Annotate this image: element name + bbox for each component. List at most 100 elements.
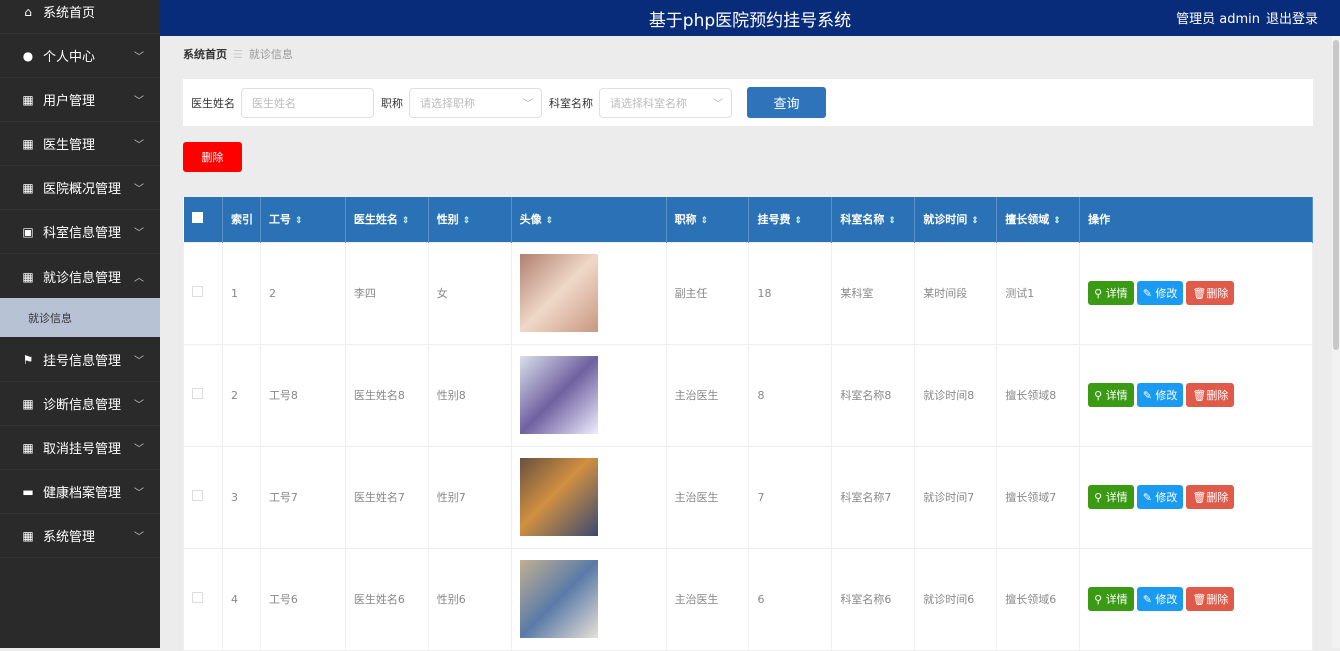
query-button[interactable]: 查询 [747, 87, 826, 118]
sort-icon: ⇕ [294, 216, 303, 227]
sort-icon: ⇕ [401, 216, 410, 227]
table-cell: 科室名称6 [831, 547, 916, 651]
edit-button[interactable]: ✎ 修改 [1136, 587, 1184, 611]
trash-icon: 🗑 [1192, 490, 1207, 504]
sidebar-item-8[interactable]: ▦ 诊断信息管理 ﹀ [0, 382, 160, 426]
grid-icon: ▦ [22, 180, 34, 195]
table-cell: 1 [221, 241, 261, 345]
sidebar-item-11[interactable]: ▦ 系统管理 ﹀ [0, 514, 160, 558]
batch-delete-button[interactable]: 删除 [183, 142, 242, 172]
table-cell: 就诊时间7 [914, 445, 998, 549]
detail-button[interactable]: ⚲ 详情 [1088, 281, 1134, 305]
table-cell: 6 [748, 547, 833, 651]
table-cell: 李四 [344, 241, 429, 345]
detail-button[interactable]: ⚲ 详情 [1088, 383, 1134, 407]
sidebar-item-3[interactable]: ▦ 医生管理 ﹀ [0, 122, 160, 166]
sidebar-item-2[interactable]: ▦ 用户管理 ﹀ [0, 78, 160, 122]
sidebar-subitem-visits[interactable]: 就诊信息 [0, 298, 160, 337]
sidebar-item-1[interactable]: ● 个人中心 ﹀ [0, 34, 160, 78]
detail-button[interactable]: ⚲ 详情 [1088, 485, 1134, 509]
column-header[interactable]: 头像 ⇕ [511, 197, 667, 242]
edit-button[interactable]: ✎ 修改 [1136, 281, 1184, 305]
table-cell: 科室名称7 [831, 445, 916, 549]
delete-button[interactable]: 🗑 删除 [1186, 281, 1235, 305]
breadcrumb-separator: ☰ [233, 48, 243, 61]
column-header[interactable]: 职称 ⇕ [666, 197, 750, 242]
sidebar-item-4[interactable]: ▦ 医院概况管理 ﹀ [0, 166, 160, 210]
column-header: 操作 [1079, 197, 1313, 242]
detail-button[interactable]: ⚲ 详情 [1088, 587, 1134, 611]
sort-icon: ⇕ [545, 216, 554, 227]
column-header[interactable]: 挂号费 ⇕ [748, 197, 833, 242]
table-cell: 就诊时间8 [914, 343, 998, 447]
column-header[interactable]: 医生姓名 ⇕ [345, 197, 429, 242]
search-icon: ⚲ [1094, 388, 1106, 402]
trash-icon: 🗑 [1192, 286, 1207, 300]
chevron-down-icon: ﹀ [134, 184, 144, 195]
search-bar: 医生姓名 医生姓名 职称 请选择职称 ﹀ 科室名称 请选择科室名称 ﹀ 查询 [183, 79, 1313, 126]
sidebar-item-7[interactable]: ⚑ 挂号信息管理 ﹀ [0, 338, 160, 382]
briefcase-icon: ▬ [22, 484, 34, 499]
breadcrumb-home[interactable]: 系统首页 [183, 48, 227, 61]
search-icon: ⚲ [1094, 592, 1106, 606]
table-cell: 测试1 [996, 241, 1081, 345]
row-checkbox[interactable] [192, 592, 203, 603]
dept-select[interactable]: 请选择科室名称 ﹀ [599, 87, 732, 118]
sort-icon: ⇕ [1053, 216, 1061, 227]
scrollbar[interactable] [1332, 36, 1340, 648]
select-all-checkbox[interactable] [191, 212, 203, 224]
table-cell: 7 [748, 445, 833, 549]
title-label: 职称 [381, 96, 403, 110]
sidebar-item-label: 就诊信息管理 [43, 271, 122, 286]
table-cell: 工号8 [259, 343, 346, 447]
sidebar-item-label: 诊断信息管理 [43, 398, 122, 413]
table-cell: 医生姓名7 [344, 445, 429, 549]
doctor-name-input[interactable]: 医生姓名 [241, 87, 374, 118]
pencil-icon: ✎ [1142, 490, 1156, 504]
column-header[interactable]: 科室名称 ⇕ [831, 197, 916, 242]
column-header[interactable]: 工号 ⇕ [260, 197, 346, 242]
edit-button[interactable]: ✎ 修改 [1136, 383, 1184, 407]
row-checkbox[interactable] [192, 286, 203, 297]
edit-button[interactable]: ✎ 修改 [1136, 485, 1184, 509]
trash-icon: 🗑 [1192, 388, 1207, 402]
user-icon: ● [22, 48, 34, 63]
chevron-down-icon: ﹀ [134, 532, 144, 543]
sidebar-item-label: 系统管理 [43, 530, 96, 545]
table-cell: 医生姓名6 [344, 547, 429, 651]
sidebar-item-label: 挂号信息管理 [43, 354, 122, 369]
pencil-icon: ✎ [1142, 592, 1156, 606]
title-select[interactable]: 请选择职称 ﹀ [409, 87, 542, 118]
grid-icon: ▦ [22, 528, 34, 543]
table-cell: 3 [221, 445, 261, 549]
table-cell: 8 [748, 343, 833, 447]
sidebar-item-9[interactable]: ▦ 取消挂号管理 ﹀ [0, 426, 160, 470]
select-all-cell [183, 197, 223, 242]
chevron-down-icon: ﹀ [713, 99, 723, 110]
column-header[interactable]: 就诊时间 ⇕ [914, 197, 998, 242]
table-cell: 2 [221, 343, 261, 447]
table-cell: 就诊时间6 [914, 547, 998, 651]
flag-icon: ⚑ [22, 352, 34, 367]
row-checkbox[interactable] [192, 388, 203, 399]
row-checkbox[interactable] [192, 490, 203, 501]
delete-button[interactable]: 🗑 删除 [1186, 485, 1235, 509]
column-header[interactable]: 性别 ⇕ [428, 197, 512, 242]
delete-button[interactable]: 🗑 删除 [1186, 587, 1235, 611]
sidebar-item-0[interactable]: ⌂ 系统首页 [0, 0, 160, 34]
avatar-image [519, 560, 598, 638]
breadcrumb: 系统首页 ☰ 就诊信息 [183, 46, 293, 62]
table-cell: 工号7 [259, 445, 346, 549]
column-header[interactable]: 擅长领域 ⇕ [996, 197, 1081, 242]
sidebar-item-5[interactable]: ▣ 科室信息管理 ﹀ [0, 210, 160, 254]
sidebar-item-6[interactable]: ▦ 就诊信息管理 ︿ [0, 255, 160, 299]
table-cell: 擅长领域7 [996, 445, 1081, 549]
table-cell: 副主任 [665, 241, 750, 345]
sidebar-item-label: 科室信息管理 [43, 226, 122, 241]
table-cell: 女 [427, 241, 512, 345]
delete-button[interactable]: 🗑 删除 [1186, 383, 1235, 407]
table-cell: 擅长领域8 [996, 343, 1081, 447]
logout-link[interactable]: 退出登录 [1266, 12, 1318, 27]
home-icon: ⌂ [24, 4, 32, 19]
sidebar-item-10[interactable]: ▬ 健康档案管理 ﹀ [0, 470, 160, 514]
